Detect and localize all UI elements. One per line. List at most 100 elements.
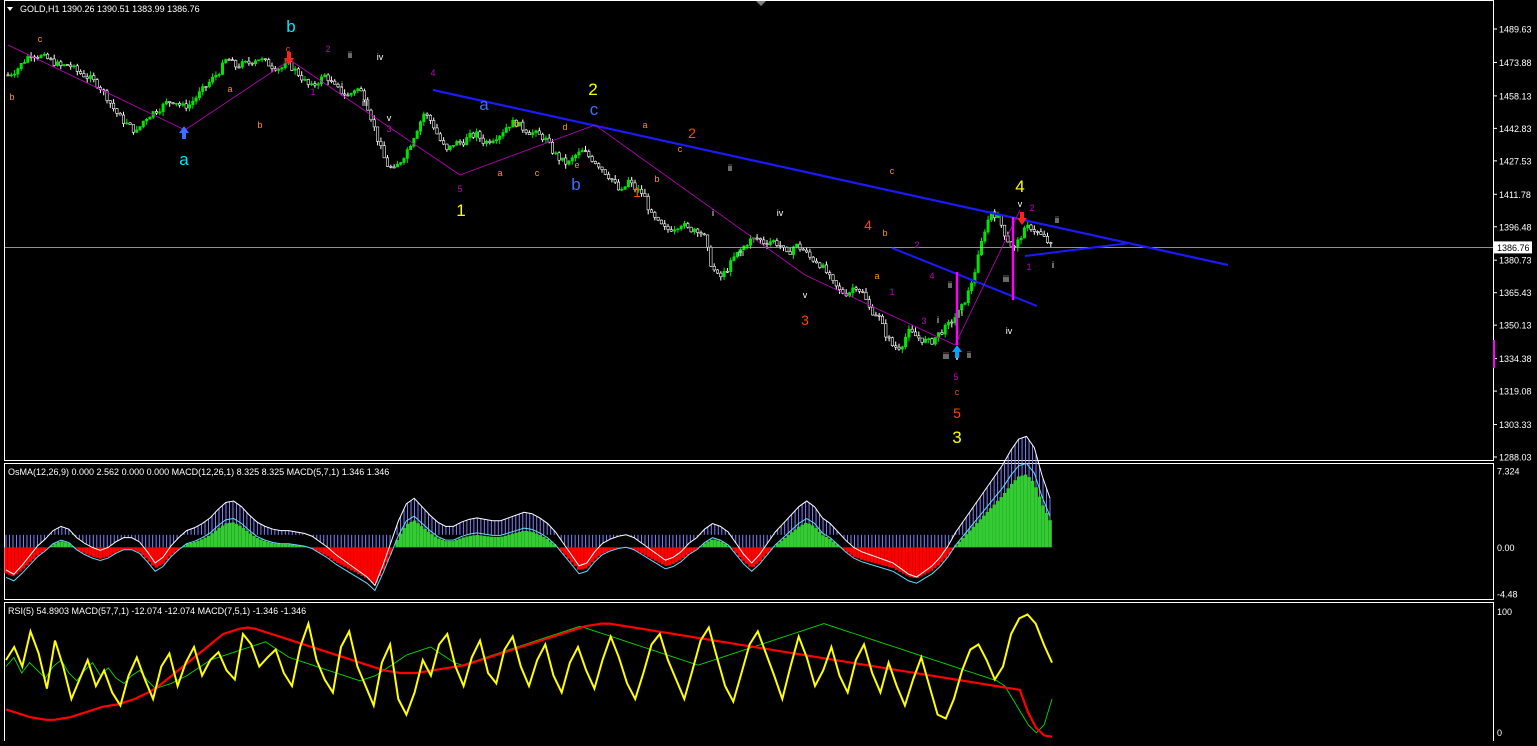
y-tick-label: 1303.33 bbox=[1499, 420, 1532, 430]
candle-body bbox=[626, 179, 630, 187]
osma-bar bbox=[961, 537, 965, 548]
candle-body bbox=[491, 140, 495, 144]
osma-bar bbox=[713, 539, 717, 548]
osma-bar bbox=[402, 528, 406, 548]
osma-bar bbox=[671, 547, 675, 565]
candle-body bbox=[597, 163, 601, 168]
candle-body bbox=[131, 124, 135, 133]
candle-body bbox=[432, 120, 436, 129]
osma-bar bbox=[528, 531, 532, 548]
candle-body bbox=[389, 166, 393, 168]
wave-label: 4 bbox=[864, 217, 872, 233]
osma-bar bbox=[849, 547, 853, 555]
candle-body bbox=[293, 68, 297, 71]
osma-bar bbox=[964, 534, 969, 548]
triangle-down-icon[interactable] bbox=[7, 7, 13, 11]
candle-body bbox=[455, 141, 459, 146]
candle-body bbox=[211, 76, 215, 83]
candle-body bbox=[715, 269, 719, 274]
candle-body bbox=[613, 179, 617, 183]
wave-label: v bbox=[1018, 199, 1023, 209]
candle-body bbox=[890, 337, 894, 347]
candle-body bbox=[191, 100, 195, 105]
candle-body bbox=[550, 141, 554, 154]
osma-bar bbox=[884, 547, 888, 567]
candle-body bbox=[260, 58, 264, 61]
y-tick-label: 1458.13 bbox=[1499, 91, 1532, 101]
candle-body bbox=[69, 64, 73, 68]
candle-body bbox=[923, 338, 927, 343]
candle-body bbox=[323, 74, 327, 78]
osma-bar bbox=[479, 535, 483, 548]
candle-body bbox=[778, 245, 782, 247]
candle-body bbox=[1046, 236, 1050, 243]
candle-body bbox=[544, 137, 548, 141]
wave-label: a bbox=[497, 168, 502, 178]
osma-bar bbox=[123, 547, 127, 550]
candle-body bbox=[798, 243, 802, 250]
chart-canvas[interactable]: 1386.761489.631473.881458.131442.831427.… bbox=[0, 0, 1537, 743]
candle-body bbox=[399, 162, 403, 165]
candle-body bbox=[227, 59, 231, 61]
candle-body bbox=[280, 67, 284, 70]
osma-bar bbox=[891, 547, 895, 569]
candle-body bbox=[564, 157, 568, 165]
candle-body bbox=[478, 131, 482, 139]
candle-body bbox=[814, 260, 818, 264]
candle-body bbox=[224, 59, 228, 64]
candle-body bbox=[689, 226, 693, 233]
wave-label: c bbox=[890, 166, 895, 176]
osma-bar bbox=[255, 538, 260, 548]
wave-label: 2 bbox=[688, 125, 696, 141]
osma-bar bbox=[371, 547, 375, 583]
wave-label: 1 bbox=[456, 201, 465, 220]
scroll-marker-icon[interactable] bbox=[756, 1, 766, 6]
candle-body bbox=[646, 196, 650, 211]
candle-body bbox=[95, 79, 99, 88]
candle-body bbox=[171, 102, 175, 104]
candle-body bbox=[821, 264, 825, 268]
candle-body bbox=[108, 100, 112, 104]
osma-bar bbox=[996, 500, 1000, 548]
osma-bar bbox=[503, 535, 508, 548]
osma-bar bbox=[636, 547, 640, 552]
wave-label: i bbox=[341, 80, 343, 90]
osma-bar bbox=[535, 533, 539, 548]
osma-bar bbox=[510, 533, 515, 548]
candle-body bbox=[471, 132, 475, 138]
candle-body bbox=[1042, 234, 1046, 237]
candle-body bbox=[504, 127, 508, 133]
osma-bar bbox=[517, 531, 522, 548]
candle-body bbox=[976, 254, 980, 273]
osma-bar bbox=[971, 526, 975, 548]
osma-bar bbox=[360, 547, 364, 576]
osma-bar bbox=[433, 536, 438, 548]
osma-panel[interactable] bbox=[4, 463, 1494, 600]
candle-body bbox=[458, 141, 462, 144]
candle-body bbox=[709, 246, 713, 267]
wave-label: v bbox=[803, 290, 808, 300]
osma-bar bbox=[381, 547, 385, 570]
osma-bar bbox=[287, 544, 291, 548]
candle-body bbox=[234, 60, 238, 68]
candle-body bbox=[372, 119, 376, 128]
wave-label: b bbox=[882, 228, 887, 238]
candle-body bbox=[418, 121, 422, 132]
osma-bar bbox=[283, 544, 288, 548]
osma-bar bbox=[810, 525, 815, 548]
candle-body bbox=[534, 130, 538, 133]
wave-label: b bbox=[9, 92, 14, 102]
candle-body bbox=[673, 229, 677, 232]
osma-bar bbox=[116, 547, 120, 552]
wave-label: 3 bbox=[386, 124, 391, 134]
wave-label: ii bbox=[967, 350, 971, 360]
osma-bar bbox=[992, 504, 996, 548]
osma-bar bbox=[584, 547, 588, 569]
candle-body bbox=[451, 144, 455, 147]
osma-bar bbox=[786, 534, 790, 548]
wave-label: 5 bbox=[953, 372, 958, 382]
osma-bar bbox=[1020, 475, 1024, 548]
candle-body bbox=[874, 314, 878, 317]
osma-bar bbox=[11, 547, 15, 577]
main-price-panel[interactable] bbox=[4, 0, 1494, 461]
